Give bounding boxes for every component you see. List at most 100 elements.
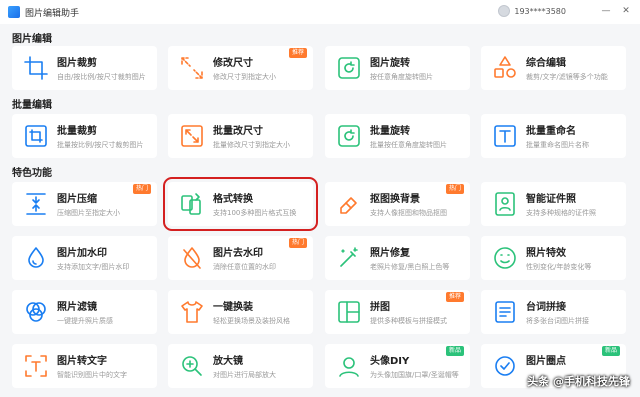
card-name: 照片特效 — [526, 248, 566, 259]
card-desc: 消除任意位置的水印 — [213, 263, 276, 271]
shirt-icon — [181, 301, 203, 323]
card-desc: 性别变化/年龄变化等 — [526, 263, 592, 271]
source-watermark: 头条 @手机科技先锋 — [527, 375, 630, 388]
hot-badge: 热门 — [288, 238, 307, 248]
card-name: 一键换装 — [213, 302, 253, 313]
user-account[interactable]: 193****3580 — [498, 5, 566, 17]
card-batch-rename[interactable]: 批量重命名 批量重命名图片名称 — [481, 114, 626, 158]
card-filter[interactable]: 照片滤镜 一键提升照片质感 — [12, 290, 157, 334]
card-desc: 批量修改尺寸到指定大小 — [213, 141, 290, 149]
card-combo[interactable]: 综合编辑 裁剪/文字/滤镜等多个功能 — [481, 46, 626, 90]
card-name: 台词拼接 — [526, 302, 566, 313]
card-desc: 修改尺寸到指定大小 — [213, 73, 276, 81]
card-watermark-remove[interactable]: 热门 图片去水印 消除任意位置的水印 — [168, 236, 313, 280]
section-title-batch: 批量编辑 — [12, 100, 52, 111]
card-name: 图片圈点 — [526, 356, 566, 367]
card-convert[interactable]: 格式转换 支持100多种图片格式互换 — [163, 177, 318, 231]
water-drop-icon — [28, 247, 44, 268]
card-name: 头像DIY — [370, 356, 410, 367]
card-desc: 批量按任意角度旋转图片 — [370, 141, 447, 149]
card-outfit[interactable]: 一键换装 轻松更换场景及装扮风格 — [168, 290, 313, 334]
section-title-edit: 图片编辑 — [12, 34, 52, 45]
recommend-badge: 推荐 — [288, 48, 307, 58]
card-desc: 裁剪/文字/滤镜等多个功能 — [526, 73, 608, 81]
card-puzzle[interactable]: 推荐 拼图 提供多种模板与拼接模式 — [325, 290, 470, 334]
card-name: 智能证件照 — [526, 194, 576, 205]
new-badge: 新品 — [601, 346, 620, 356]
stitch-icon — [495, 301, 515, 323]
resize-icon — [181, 57, 203, 79]
no-water-icon — [183, 247, 201, 269]
section-title-features: 特色功能 — [12, 168, 52, 179]
rename-icon — [494, 125, 516, 147]
avatar[interactable] — [498, 5, 511, 17]
card-name: 照片修复 — [370, 248, 410, 259]
card-name: 批量裁剪 — [57, 126, 97, 137]
card-effects[interactable]: 照片特效 性别变化/年龄变化等 — [481, 236, 626, 280]
card-desc: 轻松更换场景及装扮风格 — [213, 317, 290, 325]
annotate-icon — [495, 356, 515, 376]
card-magnifier[interactable]: 放大镜 对图片进行局部放大 — [168, 344, 313, 388]
card-desc: 智能识别图片中的文字 — [57, 371, 127, 379]
card-desc: 将多张台词图片拼接 — [526, 317, 589, 325]
eraser-icon — [340, 197, 357, 214]
magic-wand-icon — [340, 247, 358, 267]
batch-rotate-icon — [338, 125, 360, 147]
card-repair[interactable]: 照片修复 老照片修复/黑白照上色等 — [325, 236, 470, 280]
card-watermark-add[interactable]: 图片加水印 支持添加文字/图片水印 — [12, 236, 157, 280]
combo-edit-icon — [494, 56, 516, 78]
crop-icon — [24, 56, 48, 80]
batch-crop-icon — [25, 125, 47, 147]
rotate-icon — [338, 57, 360, 79]
minimize-button[interactable]: — — [598, 3, 614, 19]
card-stitch[interactable]: 台词拼接 将多张台词图片拼接 — [481, 290, 626, 334]
card-name: 图片压缩 — [57, 194, 97, 205]
card-avatar-diy[interactable]: 新品 头像DIY 为头像加国旗/口罩/圣诞帽等 — [325, 344, 470, 388]
card-desc: 批量按比例/按尺寸裁剪图片 — [57, 141, 144, 149]
format-convert-icon — [181, 193, 201, 215]
user-name[interactable]: 193****3580 — [514, 7, 566, 16]
card-name: 修改尺寸 — [213, 58, 253, 69]
card-desc: 支持多种规格的证件照 — [526, 209, 596, 217]
close-button[interactable]: ✕ — [618, 3, 634, 19]
card-batch-crop[interactable]: 批量裁剪 批量按比例/按尺寸裁剪图片 — [12, 114, 157, 158]
card-batch-resize[interactable]: 批量改尺寸 批量修改尺寸到指定大小 — [168, 114, 313, 158]
text-recognize-icon — [25, 355, 47, 377]
face-icon — [494, 247, 516, 269]
card-desc: 自由/按比例/按尺寸裁剪图片 — [57, 73, 146, 81]
card-name: 照片滤镜 — [57, 302, 97, 313]
card-desc: 支持添加文字/图片水印 — [57, 263, 130, 271]
card-batch-rotate[interactable]: 批量旋转 批量按任意角度旋转图片 — [325, 114, 470, 158]
card-name: 图片旋转 — [370, 58, 410, 69]
card-desc: 提供多种模板与拼接模式 — [370, 317, 447, 325]
recommend-badge: 推荐 — [445, 292, 464, 302]
card-matting[interactable]: 热门 抠图换背景 支持人像抠图和物品抠图 — [325, 182, 470, 226]
card-name: 格式转换 — [213, 194, 253, 205]
card-id-photo[interactable]: 智能证件照 支持多种规格的证件照 — [481, 182, 626, 226]
card-name: 抠图换背景 — [370, 194, 420, 205]
card-name: 批量旋转 — [370, 126, 410, 137]
card-to-text[interactable]: 图片转文字 智能识别图片中的文字 — [12, 344, 157, 388]
avatar-diy-icon — [339, 357, 359, 377]
card-desc: 老照片修复/黑白照上色等 — [370, 263, 450, 271]
card-name: 综合编辑 — [526, 58, 566, 69]
card-desc: 为头像加国旗/口罩/圣诞帽等 — [370, 371, 459, 379]
card-resize[interactable]: 推荐 修改尺寸 修改尺寸到指定大小 — [168, 46, 313, 90]
app-logo-icon — [8, 6, 20, 18]
card-name: 拼图 — [370, 302, 390, 313]
card-name: 图片转文字 — [57, 356, 107, 367]
card-desc: 压缩图片至指定大小 — [57, 209, 120, 217]
card-desc: 一键提升照片质感 — [57, 317, 113, 325]
card-desc: 批量重命名图片名称 — [526, 141, 589, 149]
card-name: 批量重命名 — [526, 126, 576, 137]
title-bar: 图片编辑助手 193****3580 — ✕ — [0, 0, 640, 24]
card-desc: 按任意角度旋转图片 — [370, 73, 433, 81]
card-rotate[interactable]: 图片旋转 按任意角度旋转图片 — [325, 46, 470, 90]
card-desc: 支持100多种图片格式互换 — [213, 209, 297, 217]
card-compress[interactable]: 热门 图片压缩 压缩图片至指定大小 — [12, 182, 157, 226]
card-desc: 支持人像抠图和物品抠图 — [370, 209, 447, 217]
card-desc: 对图片进行局部放大 — [213, 371, 276, 379]
filter-icon — [26, 302, 46, 322]
hot-badge: 热门 — [445, 184, 464, 194]
card-crop[interactable]: 图片裁剪 自由/按比例/按尺寸裁剪图片 — [12, 46, 157, 90]
